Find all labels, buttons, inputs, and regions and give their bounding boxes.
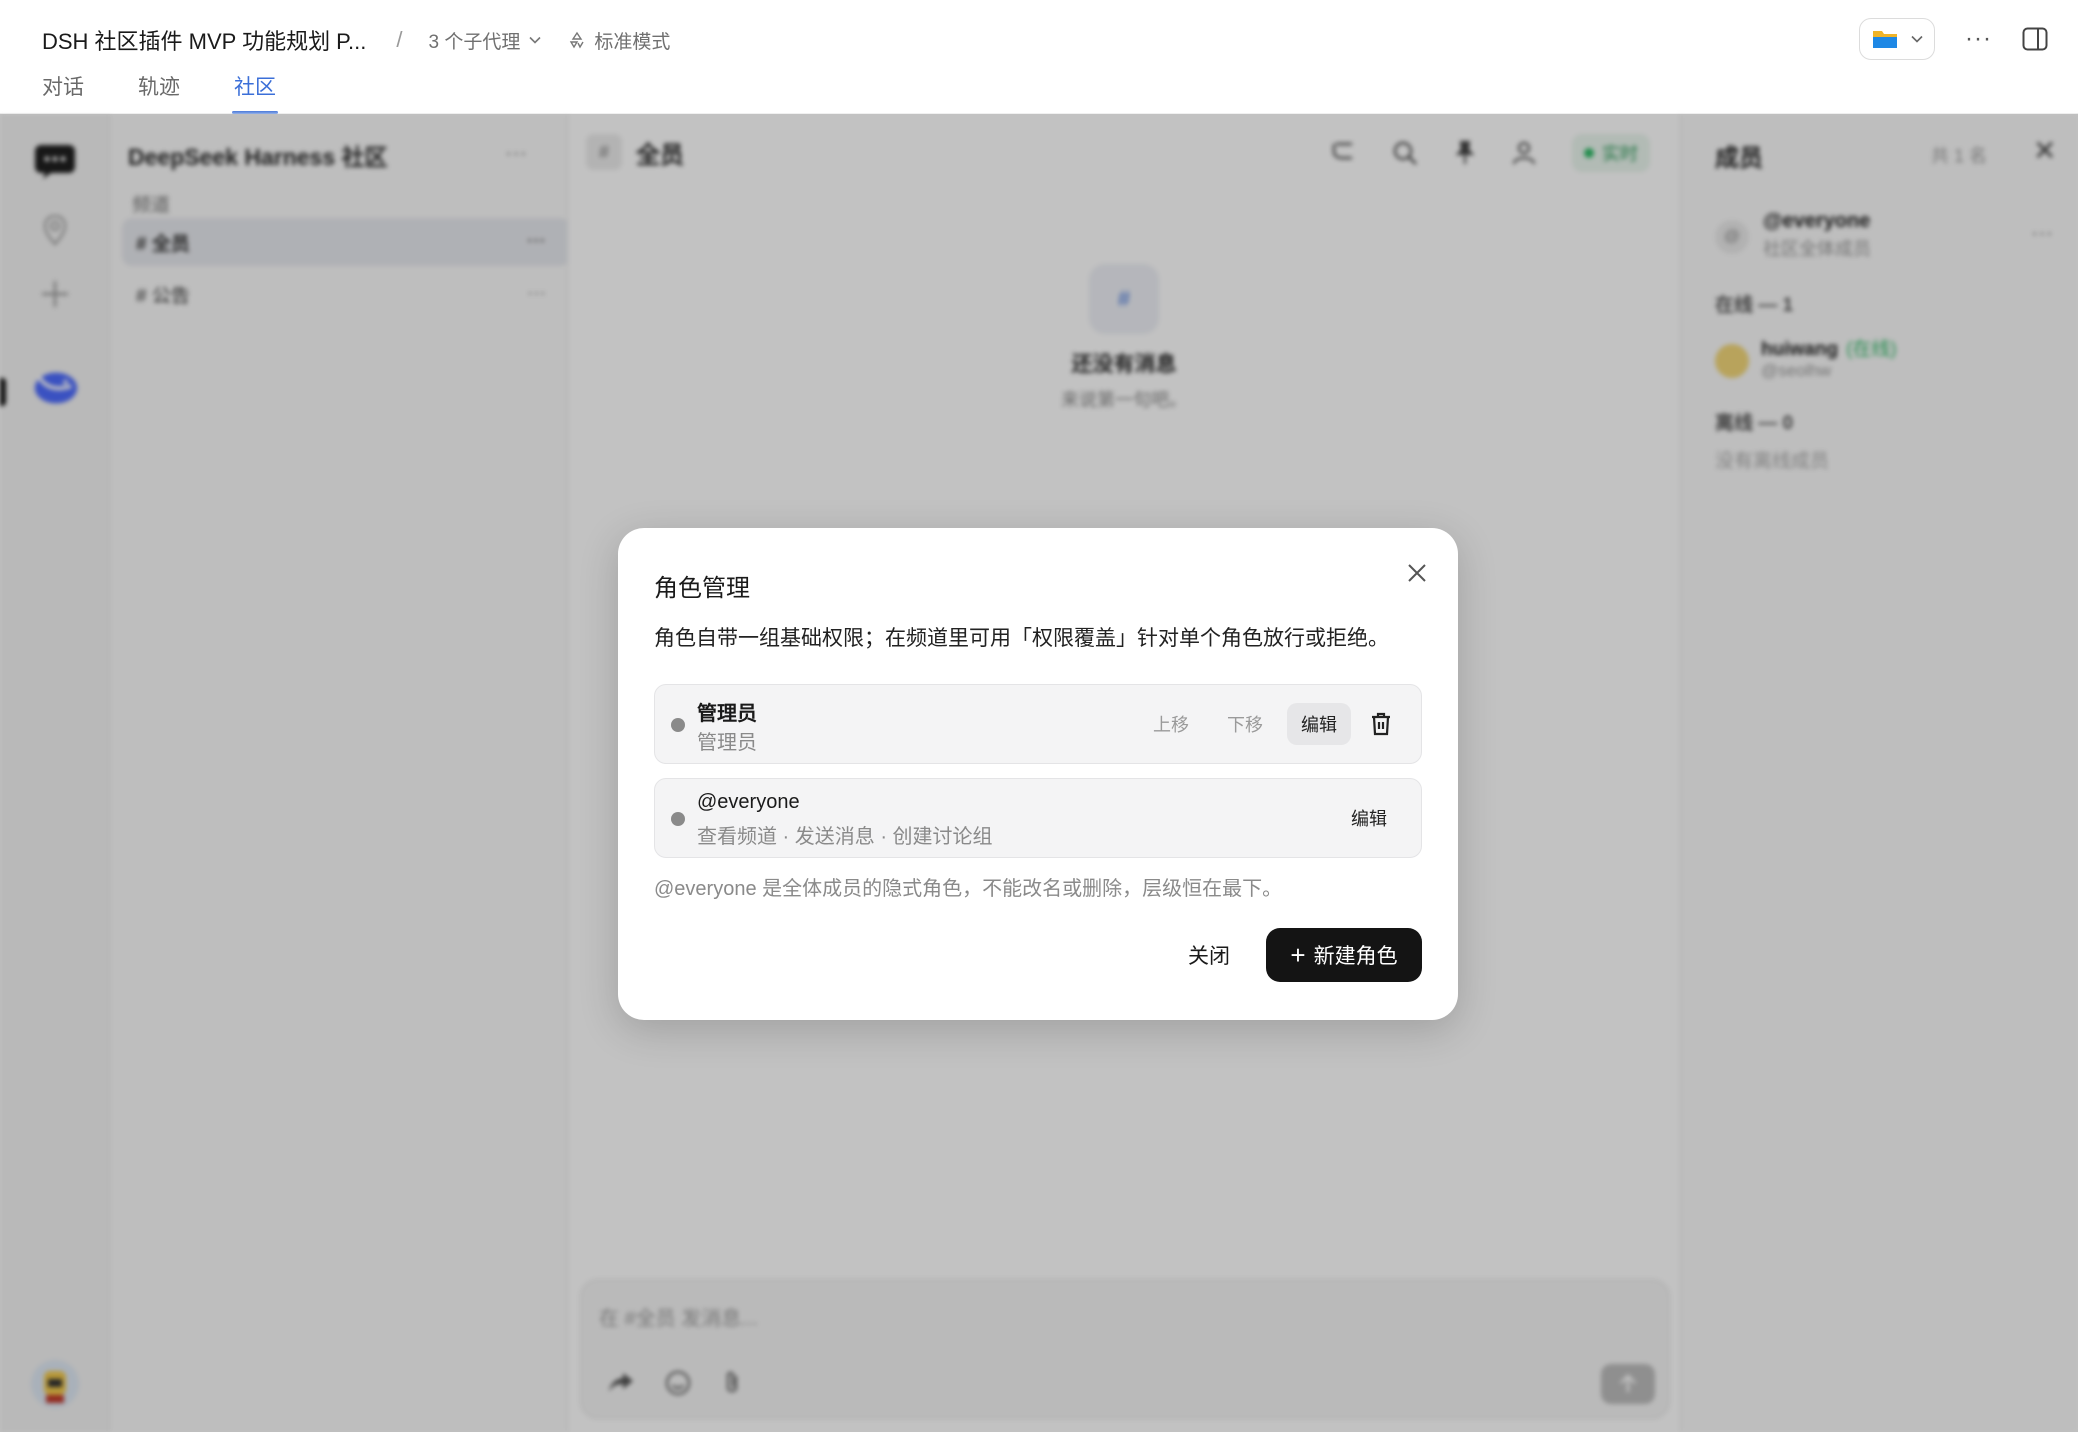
top-right-actions: ···	[1859, 18, 2048, 60]
folder-dropdown-button[interactable]	[1859, 18, 1936, 60]
role-color-dot	[671, 718, 685, 732]
title-row: DSH 社区插件 MVP 功能规划 P... / 3 个子代理 标准模式	[42, 22, 670, 58]
new-role-button[interactable]: + 新建角色	[1266, 928, 1422, 982]
new-role-label: 新建角色	[1313, 945, 1398, 968]
role-permissions: 查看频道 · 发送消息 · 创建讨论组	[697, 826, 993, 848]
recycle-icon	[570, 31, 584, 49]
trash-icon[interactable]	[1361, 704, 1401, 744]
more-options-button[interactable]: ···	[1965, 25, 1992, 53]
role-name: @everyone	[697, 791, 800, 813]
chevron-down-icon	[1911, 35, 1923, 43]
sub-agents-label: 3 个子代理	[428, 31, 521, 53]
chevron-down-icon	[529, 36, 541, 44]
role-actions: 编辑	[1337, 797, 1401, 839]
close-button[interactable]: 关闭	[1188, 940, 1230, 970]
edit-role-button[interactable]: 编辑	[1287, 703, 1351, 745]
top-bar: DSH 社区插件 MVP 功能规划 P... / 3 个子代理 标准模式 对话 …	[0, 0, 2078, 114]
role-management-dialog: 角色管理 角色自带一组基础权限；在频道里可用「权限覆盖」针对单个角色放行或拒绝。…	[618, 528, 1458, 1020]
folder-icon	[1873, 31, 1898, 48]
edit-role-button[interactable]: 编辑	[1337, 797, 1401, 839]
role-subtitle: 管理员	[697, 732, 757, 754]
move-up-button[interactable]: 上移	[1139, 703, 1203, 745]
role-color-dot	[671, 812, 685, 826]
dialog-description: 角色自带一组基础权限；在频道里可用「权限覆盖」针对单个角色放行或拒绝。	[654, 627, 1389, 650]
toggle-side-panel-icon[interactable]	[2022, 27, 2048, 51]
role-name: 管理员	[697, 703, 757, 725]
tab-trace[interactable]: 轨迹	[138, 72, 180, 114]
mode-selector[interactable]: 标准模式	[568, 27, 670, 54]
everyone-note: @everyone 是全体成员的隐式角色，不能改名或删除，层级恒在最下。	[654, 878, 1283, 900]
role-actions: 上移 下移 编辑	[1139, 703, 1401, 745]
view-tabs: 对话 轨迹 社区	[42, 72, 278, 114]
role-card-everyone: @everyone 查看频道 · 发送消息 · 创建讨论组 编辑	[654, 778, 1422, 858]
sub-agents-dropdown[interactable]: 3 个子代理	[428, 27, 542, 54]
dialog-title: 角色管理	[654, 575, 750, 602]
close-icon[interactable]	[1402, 558, 1432, 588]
document-title[interactable]: DSH 社区插件 MVP 功能规划 P...	[42, 24, 366, 56]
tab-conversation[interactable]: 对话	[42, 72, 84, 114]
plus-icon: +	[1290, 940, 1306, 970]
tab-community[interactable]: 社区	[232, 72, 278, 114]
mode-label: 标准模式	[594, 31, 671, 53]
role-card-admin: 管理员 管理员 上移 下移 编辑	[654, 684, 1422, 764]
move-down-button[interactable]: 下移	[1213, 703, 1277, 745]
title-separator: /	[396, 27, 403, 52]
